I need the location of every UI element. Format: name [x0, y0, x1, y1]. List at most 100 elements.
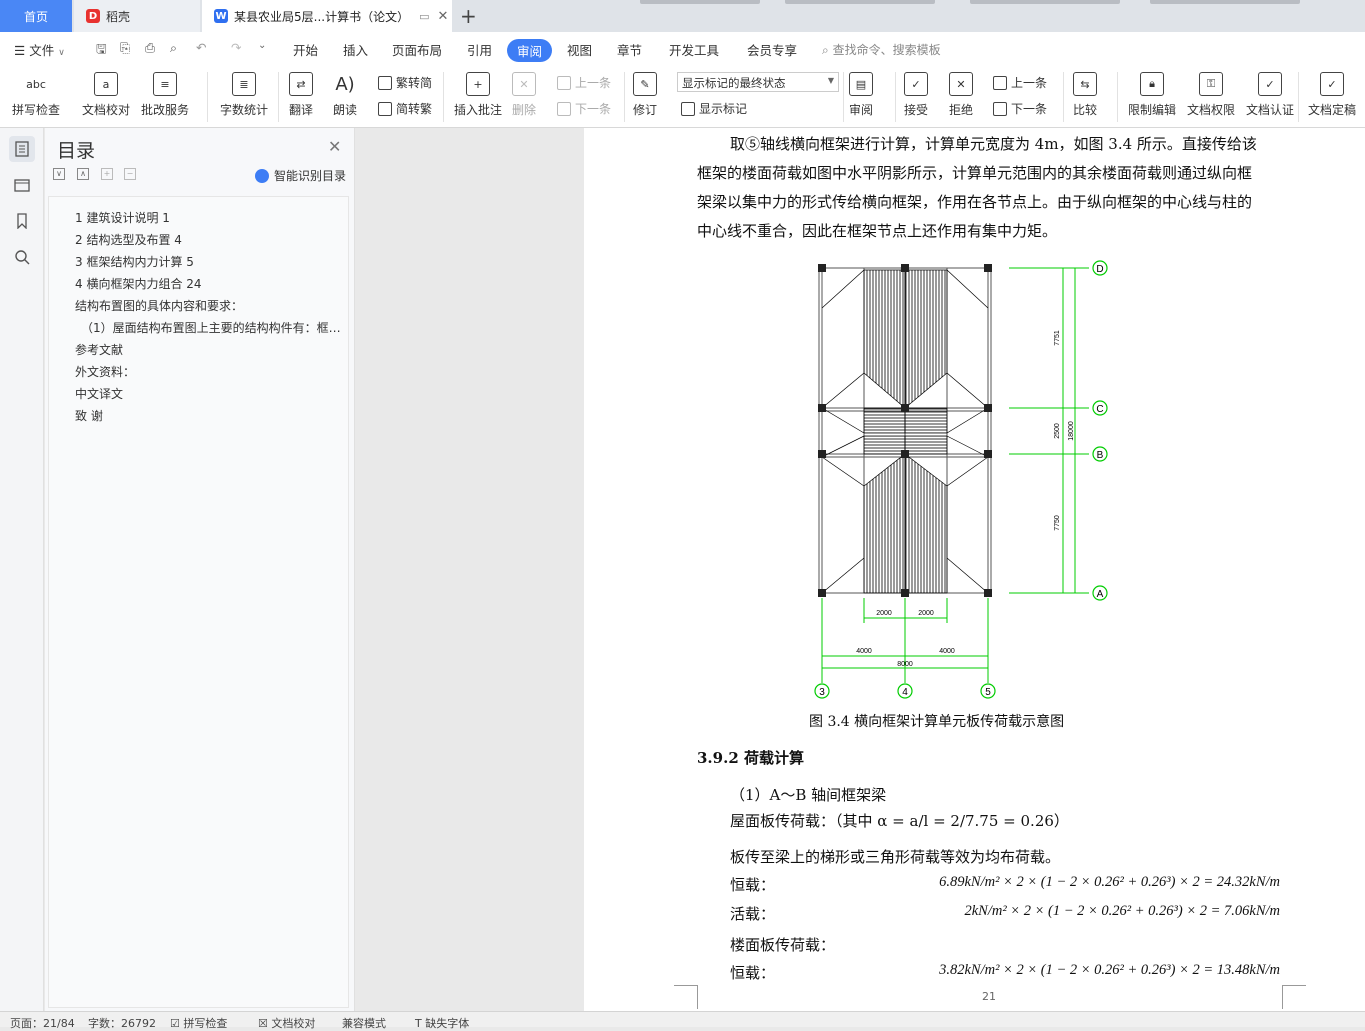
live-load-label: 活载： — [730, 905, 776, 923]
doc-cert-button[interactable]: ✓ 文档认证 — [1246, 72, 1294, 118]
read-aloud-label: 朗读 — [333, 103, 358, 117]
toc-item[interactable]: 1 建筑设计说明 1 — [75, 209, 170, 226]
next-change-icon — [993, 101, 1007, 116]
word-count-button[interactable]: ≣ 字数统计 — [220, 72, 268, 118]
markup-state-select[interactable]: 显示标记的最终状态 ▼ — [677, 72, 839, 92]
tab-home[interactable]: 首页 — [0, 0, 72, 32]
show-markup-label: 显示标记 — [699, 102, 748, 116]
expand-all-icon[interactable]: ∨ — [53, 168, 65, 180]
doc-finalize-label: 文档定稿 — [1308, 103, 1357, 117]
chapter-nav-icon[interactable] — [9, 172, 35, 198]
axis-label-d: D — [1096, 264, 1103, 275]
close-tab-icon[interactable]: ✕ — [438, 9, 449, 24]
new-tab-plus-icon[interactable]: + — [460, 4, 477, 28]
quick-access-dropdown-icon[interactable]: ⌄ — [258, 40, 266, 51]
toc-item[interactable]: 2 结构选型及布置 4 — [75, 231, 182, 248]
menu-insert[interactable]: 插入 — [343, 40, 368, 59]
restrict-edit-label: 限制编辑 — [1128, 103, 1177, 117]
insert-comment-button[interactable]: + 插入批注 — [454, 72, 502, 118]
restrict-edit-button[interactable]: 🔒︎ 限制编辑 — [1128, 72, 1176, 118]
collapse-all-icon[interactable]: ∧ — [77, 168, 89, 180]
toc-item[interactable]: 致 谢 — [75, 407, 103, 424]
abc-check-icon: abc — [26, 77, 46, 91]
print-icon[interactable]: ⎙ — [145, 40, 155, 56]
toc-item[interactable]: 3 框架结构内力计算 5 — [75, 253, 194, 270]
menu-page-layout[interactable]: 页面布局 — [392, 40, 442, 59]
simp-to-trad-button[interactable]: 简转繁 — [378, 100, 432, 117]
review-pane-button[interactable]: ▤ 审阅 — [849, 72, 873, 118]
word-count-indicator[interactable]: 字数：26792 — [88, 1015, 156, 1031]
next-comment-button[interactable]: 下一条 — [557, 100, 611, 117]
ribbon-divider — [1063, 72, 1064, 122]
floor-load-label: 楼面板传荷载： — [730, 936, 836, 954]
prev-change-label: 上一条 — [1011, 76, 1048, 90]
correction-service-button[interactable]: ≡ 批改服务 — [141, 72, 189, 118]
ribbon-divider — [624, 72, 625, 122]
toc-item[interactable]: 参考文献 — [75, 341, 123, 358]
float-window-icon[interactable]: ▭ — [419, 10, 429, 23]
toc-panel: 目录 ✕ ∨ ∧ + − 智能识别目录 1 建筑设计说明 1 2 结构选型及布置… — [45, 128, 355, 1011]
menu-member[interactable]: 会员专享 — [747, 40, 797, 59]
tab-daoke[interactable]: D 稻壳 — [74, 0, 200, 32]
file-menu[interactable]: ☰ 文件 ∨ — [14, 40, 65, 59]
toc-item[interactable]: 结构布置图的具体内容和要求： — [75, 297, 243, 314]
document-page[interactable]: 取⑤轴线横向框架进行计算，计算单元宽度为 4m，如图 3.4 所示。直接传给该 … — [584, 128, 1365, 1011]
compare-icon: ⇆ — [1073, 72, 1097, 96]
undo-icon[interactable]: ↶ — [196, 40, 206, 55]
dim-label: 2500 — [1054, 423, 1061, 439]
smart-toc-button[interactable]: 智能识别目录 — [255, 167, 346, 184]
track-changes-button[interactable]: ✎ 修订 — [633, 72, 657, 118]
search-icon[interactable] — [9, 244, 35, 270]
status-doc-proof[interactable]: ☒ 文档校对 — [258, 1015, 315, 1031]
prev-change-button[interactable]: 上一条 — [993, 74, 1047, 91]
toc-item[interactable]: （1）屋面结构布置图上主要的结构构件有：框架梁、次梁、屋面板等 — [81, 319, 343, 336]
doc-proof-button[interactable]: a 文档校对 — [82, 72, 130, 118]
daoke-logo-icon: D — [86, 9, 100, 23]
prev-comment-button[interactable]: 上一条 — [557, 74, 611, 91]
add-heading-icon[interactable]: + — [101, 168, 113, 180]
menu-view[interactable]: 视图 — [567, 40, 592, 59]
doc-finalize-button[interactable]: ✓ 文档定稿 — [1308, 72, 1356, 118]
bookmark-icon[interactable] — [9, 208, 35, 234]
menu-review[interactable]: 审阅 — [507, 39, 553, 62]
toc-item[interactable]: 中文译文 — [75, 385, 123, 402]
page-indicator[interactable]: 页面：21/84 — [10, 1015, 75, 1031]
accept-button[interactable]: ✓ 接受 — [904, 72, 928, 118]
reject-button[interactable]: ✕ 拒绝 — [949, 72, 973, 118]
delete-comment-button[interactable]: ✕ 删除 — [512, 72, 536, 118]
remove-heading-icon[interactable]: − — [124, 168, 136, 180]
accept-label: 接受 — [904, 103, 929, 117]
redo-icon[interactable]: ↷ — [231, 40, 241, 55]
toc-item[interactable]: 4 横向框架内力组合 24 — [75, 275, 202, 292]
dim-label: 8000 — [897, 661, 913, 668]
spellcheck-button[interactable]: abc 拼写检查 — [12, 72, 60, 118]
doc-permission-button[interactable]: ⚿ 文档权限 — [1187, 72, 1235, 118]
next-change-button[interactable]: 下一条 — [993, 100, 1047, 117]
missing-font-indicator[interactable]: T 缺失字体 — [415, 1015, 469, 1031]
axis-label-5: 5 — [985, 687, 991, 698]
close-icon[interactable]: ✕ — [328, 137, 341, 156]
tab-document[interactable]: W 某县农业局5层...计算书（论文） ▭ ✕ — [202, 0, 452, 32]
export-pdf-icon[interactable]: ⎘ — [120, 40, 130, 56]
smart-toc-icon — [255, 168, 269, 183]
menu-start[interactable]: 开始 — [293, 40, 318, 59]
menu-references[interactable]: 引用 — [467, 40, 492, 59]
show-markup-button[interactable]: 显示标记 — [681, 100, 747, 117]
command-search[interactable]: ⌕ 查找命令、搜索模板 — [822, 41, 941, 58]
translate-button[interactable]: ⇄ 翻译 — [289, 72, 313, 118]
compare-button[interactable]: ⇆ 比较 — [1073, 72, 1097, 118]
reject-label: 拒绝 — [949, 103, 974, 117]
status-spellcheck[interactable]: ☑ 拼写检查 — [170, 1015, 227, 1031]
menu-chapter[interactable]: 章节 — [617, 40, 642, 59]
toc-item[interactable]: 外文资料： — [75, 363, 135, 380]
markup-state-value: 显示标记的最终状态 — [682, 76, 786, 90]
hamburger-icon: ☰ — [14, 43, 26, 58]
save-icon[interactable]: 🖫 — [96, 40, 107, 61]
delete-comment-label: 删除 — [512, 103, 537, 117]
menu-dev-tools[interactable]: 开发工具 — [669, 40, 719, 59]
print-preview-icon[interactable]: ⌕ — [170, 40, 177, 56]
read-aloud-button[interactable]: A) 朗读 — [333, 72, 357, 118]
toc-panel-icon[interactable] — [9, 136, 35, 162]
doc-proof-icon: a — [94, 72, 118, 96]
trad-to-simp-button[interactable]: 繁转简 — [378, 74, 432, 91]
